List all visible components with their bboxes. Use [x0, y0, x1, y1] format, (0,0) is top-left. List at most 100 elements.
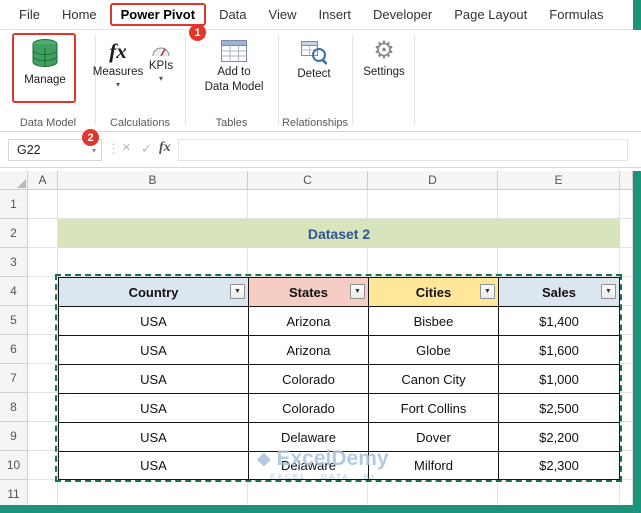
table-header-country[interactable]: Country ▼	[58, 277, 248, 306]
chevron-down-icon[interactable]: ▾	[92, 146, 96, 155]
table-cell[interactable]: USA	[58, 335, 248, 364]
row-header-2[interactable]: 2	[0, 219, 28, 248]
cell[interactable]	[28, 306, 58, 335]
column-header-E[interactable]: E	[498, 171, 620, 190]
cell[interactable]	[620, 480, 633, 505]
row-header-10[interactable]: 10	[0, 451, 28, 480]
enter-icon[interactable]: ✓	[141, 141, 152, 157]
row-header-11[interactable]: 11	[0, 480, 28, 505]
row-header-3[interactable]: 3	[0, 248, 28, 277]
table-cell[interactable]: USA	[58, 364, 248, 393]
table-cell[interactable]: $2,500	[498, 393, 620, 422]
cancel-icon[interactable]: ×	[122, 139, 131, 156]
detect-button[interactable]: Detect	[288, 38, 340, 81]
cell[interactable]	[28, 451, 58, 480]
filter-dropdown-button[interactable]: ▼	[480, 284, 495, 299]
table-cell[interactable]: $2,200	[498, 422, 620, 451]
settings-button[interactable]: ⚙ Settings	[356, 38, 412, 79]
row-header-9[interactable]: 9	[0, 422, 28, 451]
cell[interactable]	[620, 277, 633, 306]
cell[interactable]	[498, 480, 620, 505]
cell[interactable]	[248, 190, 368, 219]
measures-button[interactable]: fx Measures ▾	[93, 38, 144, 89]
table-cell[interactable]: Milford	[368, 451, 498, 480]
table-cell[interactable]: USA	[58, 422, 248, 451]
cell[interactable]	[58, 190, 248, 219]
table-cell[interactable]: $1,600	[498, 335, 620, 364]
cell[interactable]	[368, 190, 498, 219]
column-header-partial[interactable]	[620, 171, 633, 190]
cell[interactable]	[28, 248, 58, 277]
tab-power-pivot[interactable]: Power Pivot	[109, 3, 207, 26]
tab-home[interactable]: Home	[51, 4, 108, 25]
cell[interactable]	[28, 219, 58, 248]
row-header-5[interactable]: 5	[0, 306, 28, 335]
cell[interactable]	[28, 335, 58, 364]
filter-dropdown-button[interactable]: ▼	[230, 284, 245, 299]
cell[interactable]	[28, 480, 58, 505]
table-cell[interactable]: USA	[58, 393, 248, 422]
cell[interactable]	[620, 364, 633, 393]
column-header-B[interactable]: B	[58, 171, 248, 190]
table-cell[interactable]: $1,000	[498, 364, 620, 393]
table-cell[interactable]: Arizona	[248, 306, 368, 335]
cell[interactable]	[498, 190, 620, 219]
cell[interactable]	[620, 451, 633, 480]
dataset-title-cell[interactable]: Dataset 2	[58, 219, 620, 248]
table-cell[interactable]: Colorado	[248, 364, 368, 393]
tab-file[interactable]: File	[8, 4, 51, 25]
table-header-cities[interactable]: Cities ▼	[368, 277, 498, 306]
table-cell[interactable]: Colorado	[248, 393, 368, 422]
row-header-7[interactable]: 7	[0, 364, 28, 393]
add-to-data-model-button[interactable]: Add to Data Model	[198, 38, 270, 94]
cell[interactable]	[498, 248, 620, 277]
formula-bar-splitter-icon[interactable]: ⋮	[107, 141, 120, 157]
cell[interactable]	[28, 393, 58, 422]
cell[interactable]	[368, 248, 498, 277]
row-header-1[interactable]: 1	[0, 190, 28, 219]
cell[interactable]	[620, 190, 633, 219]
table-cell[interactable]: Globe	[368, 335, 498, 364]
table-cell[interactable]: Bisbee	[368, 306, 498, 335]
column-header-C[interactable]: C	[248, 171, 368, 190]
cell[interactable]	[28, 190, 58, 219]
row-header-6[interactable]: 6	[0, 335, 28, 364]
table-cell[interactable]: Fort Collins	[368, 393, 498, 422]
tab-page-layout[interactable]: Page Layout	[443, 4, 538, 25]
table-cell[interactable]: Arizona	[248, 335, 368, 364]
tab-developer[interactable]: Developer	[362, 4, 443, 25]
formula-input[interactable]	[178, 139, 628, 161]
column-header-A[interactable]: A	[28, 171, 58, 190]
cell[interactable]	[28, 422, 58, 451]
cell[interactable]	[58, 480, 248, 505]
row-header-4[interactable]: 4	[0, 277, 28, 306]
tab-data[interactable]: Data	[208, 4, 257, 25]
table-cell[interactable]: Canon City	[368, 364, 498, 393]
cell[interactable]	[620, 219, 633, 248]
table-cell[interactable]: USA	[58, 451, 248, 480]
cell[interactable]	[28, 277, 58, 306]
table-cell[interactable]: $2,300	[498, 451, 620, 480]
cell[interactable]	[248, 480, 368, 505]
filter-dropdown-button[interactable]: ▼	[601, 284, 616, 299]
table-cell[interactable]: USA	[58, 306, 248, 335]
cell[interactable]	[368, 480, 498, 505]
tab-insert[interactable]: Insert	[307, 4, 362, 25]
kpis-button[interactable]: KPIs ▾	[140, 42, 182, 83]
cell[interactable]	[620, 422, 633, 451]
insert-function-icon[interactable]: fx	[159, 140, 171, 156]
cell[interactable]	[620, 306, 633, 335]
cell[interactable]	[620, 248, 633, 277]
table-cell[interactable]: Dover	[368, 422, 498, 451]
cell[interactable]	[248, 248, 368, 277]
row-header-8[interactable]: 8	[0, 393, 28, 422]
table-header-states[interactable]: States ▼	[248, 277, 368, 306]
table-cell[interactable]: $1,400	[498, 306, 620, 335]
tab-view[interactable]: View	[258, 4, 308, 25]
filter-dropdown-button[interactable]: ▼	[350, 284, 365, 299]
cell[interactable]	[620, 393, 633, 422]
cell[interactable]	[28, 364, 58, 393]
table-header-sales[interactable]: Sales ▼	[498, 277, 620, 306]
table-cell[interactable]: Delaware	[248, 422, 368, 451]
tab-formulas[interactable]: Formulas	[538, 4, 614, 25]
